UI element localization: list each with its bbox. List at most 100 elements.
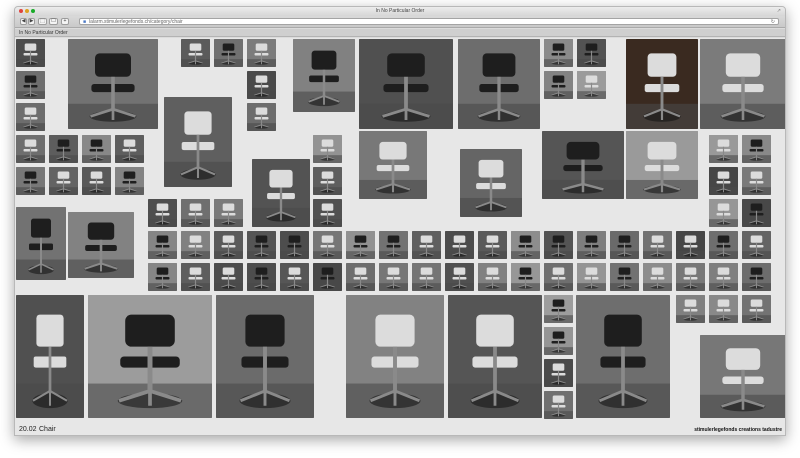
chair-photo[interactable] xyxy=(544,391,573,419)
back-button[interactable]: ◀ xyxy=(20,18,27,25)
chair-photo[interactable] xyxy=(577,71,606,99)
chair-photo[interactable] xyxy=(412,263,441,291)
chair-photo[interactable] xyxy=(214,263,243,291)
url-bar[interactable]: ■ lalarm.stimulerlegefonds.ch/category/c… xyxy=(79,18,779,25)
chair-photo[interactable] xyxy=(16,135,45,163)
chair-photo[interactable] xyxy=(742,231,771,259)
chair-photo[interactable] xyxy=(313,135,342,163)
chair-photo[interactable] xyxy=(247,263,276,291)
chair-photo[interactable] xyxy=(544,71,573,99)
chair-photo[interactable] xyxy=(148,231,177,259)
chair-photo[interactable] xyxy=(214,231,243,259)
chair-photo[interactable] xyxy=(252,159,310,227)
chair-photo[interactable] xyxy=(16,167,45,195)
chair-photo[interactable] xyxy=(16,71,45,99)
chair-photo[interactable] xyxy=(359,39,453,129)
chair-photo[interactable] xyxy=(544,295,573,323)
chair-photo[interactable] xyxy=(313,231,342,259)
chair-photo[interactable] xyxy=(742,199,771,227)
chair-photo[interactable] xyxy=(460,149,522,217)
chair-photo[interactable] xyxy=(49,167,78,195)
reload-icon[interactable]: ↻ xyxy=(771,19,775,25)
chair-photo[interactable] xyxy=(610,231,639,259)
chair-photo[interactable] xyxy=(313,167,342,195)
footer-credit[interactable]: stimulerlegefonds creations tadustre xyxy=(694,427,782,433)
chair-photo[interactable] xyxy=(478,231,507,259)
chair-photo[interactable] xyxy=(148,199,177,227)
chair-photo[interactable] xyxy=(577,39,606,67)
chair-photo[interactable] xyxy=(742,167,771,195)
chair-photo[interactable] xyxy=(626,131,698,199)
chair-photo[interactable] xyxy=(16,295,84,418)
chair-photo[interactable] xyxy=(445,263,474,291)
chair-photo[interactable] xyxy=(445,231,474,259)
chair-photo[interactable] xyxy=(709,263,738,291)
chair-photo[interactable] xyxy=(164,97,232,187)
chair-photo[interactable] xyxy=(247,39,276,67)
chair-photo[interactable] xyxy=(412,231,441,259)
chair-photo[interactable] xyxy=(214,39,243,67)
chair-photo[interactable] xyxy=(577,231,606,259)
chair-photo[interactable] xyxy=(511,263,540,291)
share-button[interactable]: ⬚ xyxy=(38,18,47,25)
chair-photo[interactable] xyxy=(49,135,78,163)
chair-photo[interactable] xyxy=(181,199,210,227)
chair-photo[interactable] xyxy=(709,295,738,323)
chair-photo[interactable] xyxy=(88,295,212,418)
chair-photo[interactable] xyxy=(247,231,276,259)
chair-photo[interactable] xyxy=(115,135,144,163)
forward-button[interactable]: ▶ xyxy=(28,18,35,25)
chair-photo[interactable] xyxy=(280,231,309,259)
chair-photo[interactable] xyxy=(247,103,276,131)
chair-photo[interactable] xyxy=(82,167,111,195)
chair-photo[interactable] xyxy=(181,263,210,291)
chair-photo[interactable] xyxy=(742,295,771,323)
chair-photo[interactable] xyxy=(700,39,785,129)
chair-photo[interactable] xyxy=(346,263,375,291)
chair-photo[interactable] xyxy=(577,263,606,291)
chair-photo[interactable] xyxy=(448,295,542,418)
chair-photo[interactable] xyxy=(544,327,573,355)
chair-photo[interactable] xyxy=(478,263,507,291)
chair-photo[interactable] xyxy=(458,39,540,129)
chair-photo[interactable] xyxy=(610,263,639,291)
url-text[interactable]: lalarm.stimulerlegefonds.ch/category/cha… xyxy=(89,19,183,25)
chair-photo[interactable] xyxy=(544,359,573,387)
chair-photo[interactable] xyxy=(68,212,134,278)
chair-photo[interactable] xyxy=(709,167,738,195)
chair-photo[interactable] xyxy=(379,231,408,259)
chair-photo[interactable] xyxy=(148,263,177,291)
chair-photo[interactable] xyxy=(676,263,705,291)
chair-photo[interactable] xyxy=(313,263,342,291)
chair-photo[interactable] xyxy=(16,103,45,131)
chair-photo[interactable] xyxy=(709,135,738,163)
chair-photo[interactable] xyxy=(643,263,672,291)
new-tab-button[interactable]: + xyxy=(61,18,69,25)
chair-photo[interactable] xyxy=(216,295,314,418)
chair-photo[interactable] xyxy=(709,199,738,227)
chair-photo[interactable] xyxy=(676,231,705,259)
chair-photo[interactable] xyxy=(643,231,672,259)
chair-photo[interactable] xyxy=(742,135,771,163)
resize-icon[interactable]: ↗ xyxy=(777,8,781,14)
chair-photo[interactable] xyxy=(214,199,243,227)
chair-photo[interactable] xyxy=(676,295,705,323)
chair-photo[interactable] xyxy=(511,231,540,259)
chair-photo[interactable] xyxy=(313,199,342,227)
chair-photo[interactable] xyxy=(544,231,573,259)
chair-photo[interactable] xyxy=(280,263,309,291)
chair-photo[interactable] xyxy=(16,207,66,280)
chair-photo[interactable] xyxy=(542,131,624,199)
chair-photo[interactable] xyxy=(115,167,144,195)
chair-photo[interactable] xyxy=(709,231,738,259)
chair-photo[interactable] xyxy=(626,39,698,129)
chair-photo[interactable] xyxy=(742,263,771,291)
chair-photo[interactable] xyxy=(544,263,573,291)
chair-photo[interactable] xyxy=(247,71,276,99)
chair-photo[interactable] xyxy=(379,263,408,291)
chair-photo[interactable] xyxy=(293,39,355,112)
chair-photo[interactable] xyxy=(181,231,210,259)
chair-photo[interactable] xyxy=(181,39,210,67)
active-tab[interactable]: In No Particular Order xyxy=(19,30,68,36)
chair-photo[interactable] xyxy=(359,131,427,199)
